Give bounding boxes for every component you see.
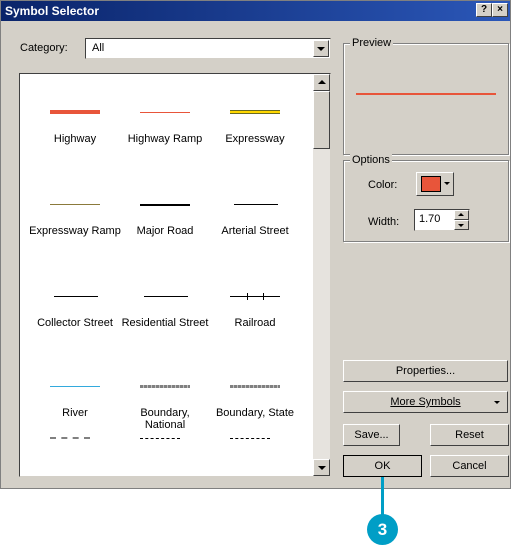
color-dropdown-icon <box>444 182 450 185</box>
chevron-down-icon <box>317 47 325 51</box>
callout-marker: 3 <box>367 514 398 545</box>
symbol-item[interactable]: Residential Street <box>118 286 212 356</box>
symbol-item[interactable]: Arterial Street <box>208 194 302 264</box>
width-down-button[interactable] <box>454 220 469 230</box>
symbol-swatch <box>230 385 280 388</box>
symbol-label: Arterial Street <box>221 225 289 237</box>
rail-tick <box>247 293 248 300</box>
symbol-item[interactable]: Highway <box>28 102 122 172</box>
scroll-thumb[interactable] <box>313 91 330 149</box>
symbol-swatch <box>230 110 280 114</box>
symbol-partial-1[interactable] <box>50 437 90 439</box>
symbol-item[interactable]: Expressway Ramp <box>28 194 122 264</box>
symbol-swatch <box>54 296 98 297</box>
symbol-item[interactable]: Boundary, State <box>208 376 302 446</box>
symbol-label: Railroad <box>234 317 276 329</box>
properties-button[interactable]: Properties... <box>343 360 508 382</box>
symbol-swatch <box>144 296 188 297</box>
symbol-label: Boundary, State <box>215 407 295 419</box>
symbol-swatch <box>234 204 278 205</box>
symbol-swatch <box>140 112 190 113</box>
spin-up-icon <box>458 213 464 216</box>
symbol-item[interactable]: Boundary, National <box>118 376 212 446</box>
cancel-button[interactable]: Cancel <box>430 455 509 477</box>
more-symbols-dropdown-icon <box>494 401 500 404</box>
color-label: Color: <box>368 179 398 191</box>
width-up-button[interactable] <box>454 210 469 220</box>
reset-button[interactable]: Reset <box>430 424 509 446</box>
symbol-label: Collector Street <box>37 317 113 329</box>
symbol-swatch <box>140 204 190 206</box>
ok-label: OK <box>374 460 391 472</box>
properties-label: Properties... <box>395 365 456 377</box>
options-title: Options <box>350 154 392 166</box>
category-dropdown-button[interactable] <box>313 40 329 57</box>
scroll-down-icon <box>318 466 326 470</box>
symbol-label: Expressway <box>225 133 285 145</box>
category-label: Category: <box>20 42 68 54</box>
cancel-label: Cancel <box>452 460 487 472</box>
category-value: All <box>92 42 105 54</box>
symbol-label: Major Road <box>136 225 194 237</box>
symbol-label: Highway <box>53 133 97 145</box>
close-button[interactable]: × <box>492 3 508 17</box>
color-swatch <box>421 176 441 192</box>
preview-line <box>356 93 496 95</box>
symbol-label: Highway Ramp <box>127 133 203 145</box>
symbol-swatch <box>140 385 190 388</box>
width-spinner[interactable]: 1.70 <box>414 209 470 231</box>
symbol-item[interactable]: Railroad <box>208 286 302 356</box>
window-title: Symbol Selector <box>5 4 100 18</box>
symbol-partial-2[interactable] <box>140 438 180 439</box>
symbol-swatch <box>230 293 280 300</box>
symbol-item[interactable]: Major Road <box>118 194 212 264</box>
options-group: Options Color: Width: 1.70 <box>343 154 509 242</box>
symbol-label: River <box>62 407 88 419</box>
reset-label: Reset <box>455 429 484 441</box>
symbol-label: Expressway Ramp <box>29 225 121 237</box>
symbol-partial-3[interactable] <box>230 438 270 439</box>
ok-button[interactable]: OK <box>343 455 422 477</box>
symbol-swatch <box>50 110 100 114</box>
symbol-swatch <box>50 204 100 205</box>
symbol-item[interactable]: Expressway <box>208 102 302 172</box>
symbol-list[interactable]: Highway Highway Ramp Expressway Expressway … <box>19 73 331 477</box>
symbol-item[interactable]: Highway Ramp <box>118 102 212 172</box>
spin-down-icon <box>458 224 464 227</box>
symbol-item[interactable]: Collector Street <box>28 286 122 356</box>
save-button[interactable]: Save... <box>343 424 400 446</box>
help-button[interactable]: ? <box>476 3 492 17</box>
category-combo[interactable]: All <box>85 38 331 59</box>
save-label: Save... <box>354 429 389 441</box>
symbol-label: Boundary, National <box>140 407 190 431</box>
rail-tick <box>263 293 264 300</box>
width-value[interactable]: 1.70 <box>419 213 440 225</box>
scroll-up-icon <box>318 80 326 84</box>
preview-group: Preview <box>343 37 509 155</box>
preview-title: Preview <box>350 37 394 49</box>
more-symbols-label: More Symbols <box>390 396 461 408</box>
symbol-list-scrollbar[interactable] <box>313 74 330 476</box>
title-bar[interactable]: Symbol Selector ? × <box>1 1 510 21</box>
symbol-label: Residential Street <box>121 317 209 329</box>
symbol-item[interactable]: River <box>28 376 122 446</box>
color-picker-button[interactable] <box>416 172 454 196</box>
scroll-down-button[interactable] <box>313 459 330 476</box>
symbol-selector-dialog: Symbol Selector ? × Category: All Highwa… <box>0 0 511 489</box>
more-symbols-button[interactable]: More Symbols <box>343 391 508 413</box>
scroll-up-button[interactable] <box>313 74 330 91</box>
width-label: Width: <box>368 216 400 228</box>
symbol-swatch <box>50 386 100 387</box>
